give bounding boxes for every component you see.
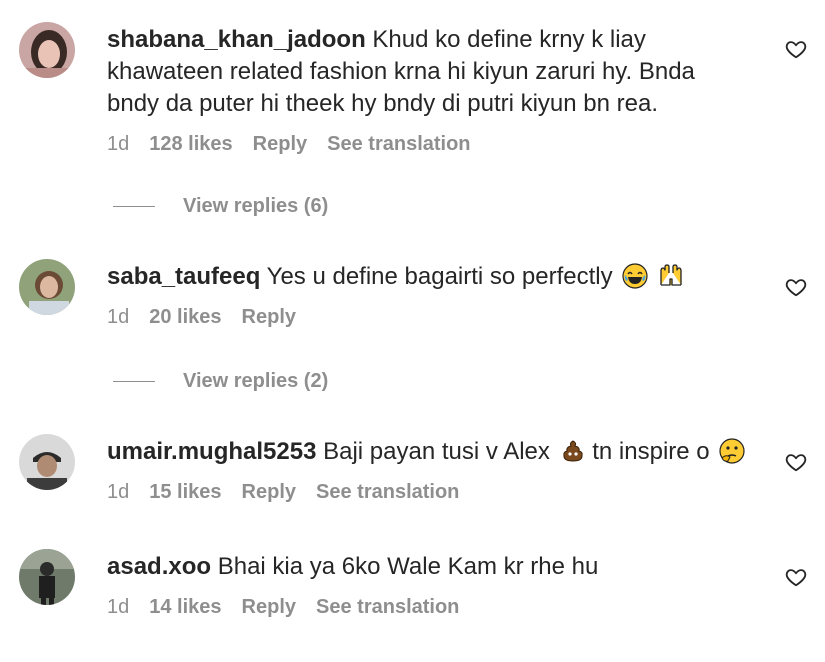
- laughing-tears-emoji: [622, 263, 648, 289]
- timestamp[interactable]: 1d: [107, 306, 129, 329]
- see-translation-button[interactable]: See translation: [316, 481, 459, 504]
- comment-meta: 1d 128 likes Reply See translation: [107, 130, 757, 158]
- username[interactable]: shabana_khan_jadoon: [107, 26, 366, 53]
- comment-text: shabana_khan_jadoon Khud ko define krny …: [107, 24, 757, 120]
- heart-icon[interactable]: [785, 451, 807, 473]
- comment-text: saba_taufeeq Yes u define bagairti so pe…: [107, 261, 757, 293]
- see-translation-button[interactable]: See translation: [327, 133, 470, 156]
- comment-line: Khud ko define krny k liay: [372, 26, 646, 53]
- view-replies-button[interactable]: View replies (2): [113, 367, 328, 395]
- avatar[interactable]: [19, 259, 75, 315]
- likes-count[interactable]: 20 likes: [149, 306, 221, 329]
- comment-line: bndy da puter hi theek hy bndy di putri …: [107, 90, 659, 117]
- reply-button[interactable]: Reply: [242, 306, 296, 329]
- username[interactable]: saba_taufeeq: [107, 263, 260, 290]
- username[interactable]: umair.mughal5253: [107, 438, 316, 465]
- comment-meta: 1d 14 likes Reply See translation: [107, 593, 757, 621]
- thinking-face-emoji: [719, 438, 745, 464]
- view-replies-button[interactable]: View replies (6): [113, 192, 328, 220]
- heart-icon[interactable]: [785, 566, 807, 588]
- view-replies-label: View replies (2): [183, 369, 329, 392]
- likes-count[interactable]: 14 likes: [149, 596, 221, 619]
- likes-count[interactable]: 128 likes: [149, 133, 232, 156]
- avatar[interactable]: [19, 549, 75, 605]
- comment-meta: 1d 15 likes Reply See translation: [107, 478, 757, 506]
- divider-line: [113, 205, 155, 207]
- timestamp[interactable]: 1d: [107, 596, 129, 619]
- heart-icon[interactable]: [785, 276, 807, 298]
- comment-body: Baji payan tusi v Alex: [323, 438, 550, 465]
- heart-icon[interactable]: [785, 38, 807, 60]
- timestamp[interactable]: 1d: [107, 133, 129, 156]
- poop-emoji: [560, 438, 586, 464]
- comment-body: tn inspire o: [592, 438, 710, 465]
- comment-meta: 1d 20 likes Reply: [107, 303, 757, 331]
- comment-text: umair.mughal5253 Baji payan tusi v Alex …: [107, 436, 757, 468]
- comment-text: asad.xoo Bhai kia ya 6ko Wale Kam kr rhe…: [107, 551, 757, 583]
- comment-body: Yes u define bagairti so perfectly: [266, 263, 613, 290]
- reply-button[interactable]: Reply: [242, 596, 296, 619]
- view-replies-label: View replies (6): [183, 194, 329, 217]
- reply-button[interactable]: Reply: [242, 481, 296, 504]
- timestamp[interactable]: 1d: [107, 481, 129, 504]
- see-translation-button[interactable]: See translation: [316, 596, 459, 619]
- raising-hands-emoji: [658, 263, 684, 289]
- username[interactable]: asad.xoo: [107, 553, 211, 580]
- comment-line: khawateen related fashion krna hi kiyun …: [107, 58, 695, 85]
- reply-button[interactable]: Reply: [253, 133, 307, 156]
- divider-line: [113, 380, 155, 382]
- avatar[interactable]: [19, 22, 75, 78]
- avatar[interactable]: [19, 434, 75, 490]
- likes-count[interactable]: 15 likes: [149, 481, 221, 504]
- comment-body: Bhai kia ya 6ko Wale Kam kr rhe hu: [217, 553, 599, 580]
